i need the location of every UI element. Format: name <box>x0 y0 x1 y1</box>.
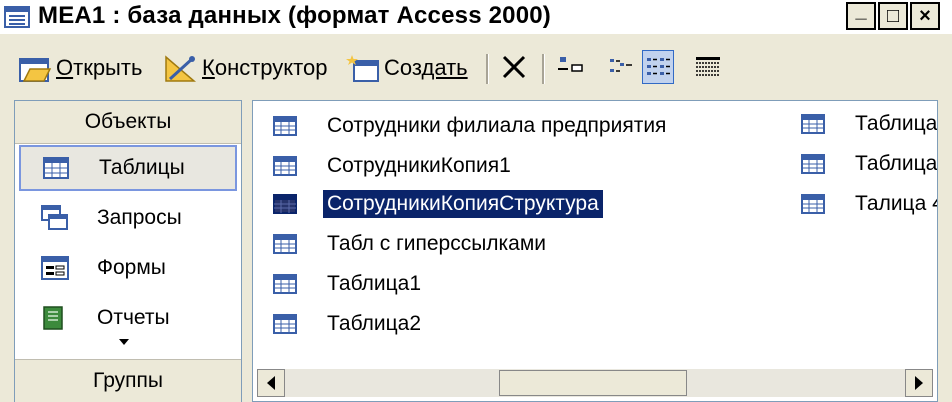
open-label: ткрыть <box>73 55 143 80</box>
database-window: MEA1 : база данных (формат Access 2000) … <box>0 0 952 402</box>
objects-item-tables[interactable]: Таблицы <box>19 145 237 191</box>
create-button[interactable]: Создать <box>346 50 468 86</box>
objects-item-queries[interactable]: Запросы <box>19 195 237 241</box>
horizontal-scrollbar[interactable] <box>257 369 933 397</box>
design-icon <box>165 55 197 82</box>
open-button[interactable]: Открыть <box>18 50 142 86</box>
table-icon <box>801 154 825 174</box>
objects-item-label: Формы <box>97 256 166 279</box>
new-icon <box>346 55 379 82</box>
maximize-icon: □ <box>886 4 900 27</box>
report-icon <box>43 306 63 330</box>
objects-item-forms[interactable]: Формы <box>19 245 237 291</box>
table-icon <box>43 157 69 179</box>
groups-header[interactable]: Группы <box>15 359 241 402</box>
list-item-label: Сотрудники филиала предприятия <box>327 114 667 137</box>
details-view-button[interactable] <box>692 50 724 84</box>
table-icon <box>273 274 297 294</box>
close-icon: × <box>919 4 931 27</box>
maximize-button[interactable]: □ <box>878 2 908 30</box>
scroll-thumb[interactable] <box>499 370 687 396</box>
design-label: онструктор <box>214 55 328 80</box>
scroll-right-button[interactable] <box>905 369 933 397</box>
title-bar[interactable]: MEA1 : база данных (формат Access 2000) … <box>0 0 952 34</box>
arrow-left-icon <box>267 376 275 390</box>
list-item-label: СотрудникиКопия1 <box>327 154 511 177</box>
table-icon <box>273 314 297 334</box>
small-icons-view-icon <box>610 59 632 72</box>
delete-button[interactable] <box>498 50 530 84</box>
table-icon <box>273 194 297 214</box>
details-view-icon <box>696 57 720 76</box>
query-icon <box>41 205 68 230</box>
object-list: Сотрудники филиала предприятия Сотрудник… <box>252 100 938 402</box>
minimize-button[interactable]: _ <box>846 0 876 30</box>
objects-item-label: Таблицы <box>99 156 185 179</box>
objects-bar: Объекты Таблицы Запросы Формы Отчеты Гру… <box>14 100 242 402</box>
close-button[interactable]: × <box>910 2 940 30</box>
objects-item-reports[interactable]: Отчеты <box>19 295 237 341</box>
toolbar: Открыть Конструктор Создать <box>0 40 952 96</box>
table-icon <box>801 194 825 214</box>
list-item-label: Таблица1 <box>327 272 422 295</box>
table-icon <box>273 116 297 136</box>
toolbar-separator <box>486 54 489 84</box>
toolbar-separator <box>542 54 545 84</box>
large-icons-view-button[interactable] <box>554 50 586 84</box>
list-item-label: Таблица2 <box>327 312 422 335</box>
list-item-label: Табл с гиперссылками <box>327 232 547 255</box>
table-icon <box>273 234 297 254</box>
minimize-icon: _ <box>855 0 867 22</box>
list-view-icon <box>647 58 670 75</box>
objects-item-label: Запросы <box>97 206 182 229</box>
list-item-label: Таблица <box>855 152 938 175</box>
list-item-label: Таблица <box>855 112 938 135</box>
open-accel: О <box>56 55 74 80</box>
arrow-right-icon <box>915 376 923 390</box>
large-icons-view-icon <box>558 57 583 72</box>
delete-icon <box>502 55 526 79</box>
list-item-label: СотрудникиКопияСтруктура <box>322 189 604 219</box>
design-accel: К <box>202 55 215 80</box>
list-item-label: Талица 4 <box>855 192 938 215</box>
open-icon <box>19 58 52 82</box>
create-accel: дать <box>421 55 468 80</box>
objects-item-label: Отчеты <box>97 306 170 329</box>
table-icon <box>273 156 297 176</box>
database-window-icon <box>4 6 30 28</box>
table-icon <box>801 114 825 134</box>
more-objects-arrow-icon[interactable] <box>119 339 129 345</box>
design-button[interactable]: Конструктор <box>164 50 327 86</box>
scroll-left-button[interactable] <box>257 369 285 397</box>
small-icons-view-button[interactable] <box>604 50 636 84</box>
form-icon <box>41 256 69 280</box>
list-view-button[interactable] <box>642 50 674 84</box>
window-title: MEA1 : база данных (формат Access 2000) <box>38 2 551 29</box>
create-label-start: Соз <box>384 55 422 80</box>
objects-header[interactable]: Объекты <box>15 101 241 144</box>
